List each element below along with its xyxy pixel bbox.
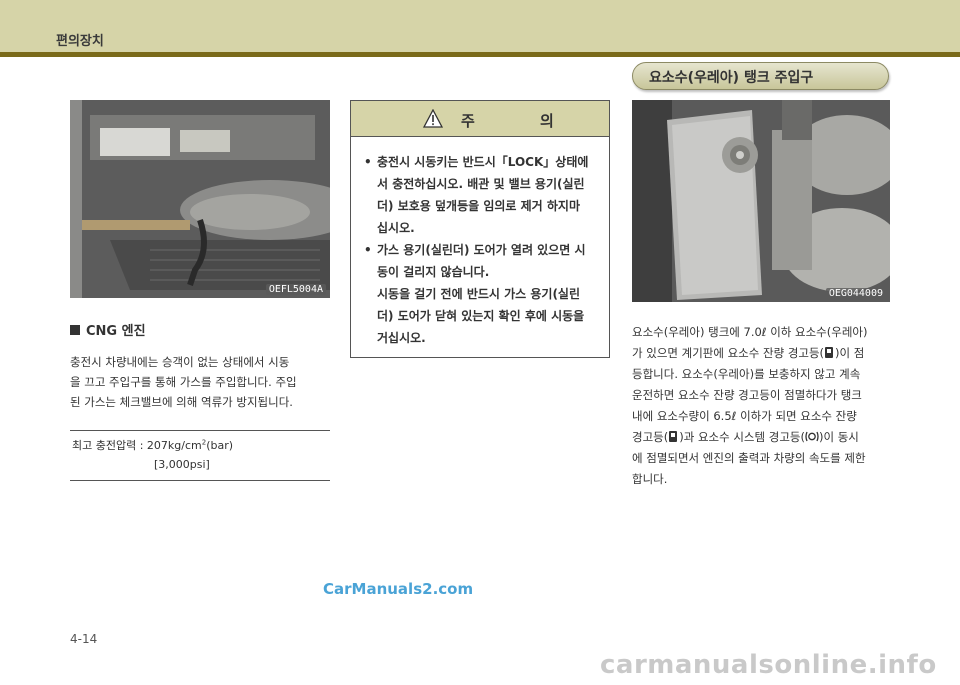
caution-title: 주 의: [461, 112, 584, 130]
paragraph-line: 가 있으면 계기판에 요소수 잔량 경고등( )이 점: [632, 343, 890, 364]
paragraph-line: 을 끄고 주입구를 통해 가스를 주입합니다. 주입: [70, 375, 297, 389]
paragraph-line: 요소수(우레아) 탱크에 7.0ℓ 이하 요소수(우레아): [632, 325, 868, 339]
paragraph-segment: )과 요소수 시스템 경고등(: [679, 430, 805, 444]
cng-paragraph: 충전시 차량내에는 승객이 없는 상태에서 시동 을 끄고 주입구를 통해 가스…: [70, 352, 330, 412]
max-pressure-label: 최고 충전압력 : 207kg/cm: [72, 439, 202, 452]
urea-system-warning-icon: [805, 431, 819, 442]
max-pressure-line: 최고 충전압력 : 207kg/cm2(bar): [72, 437, 233, 453]
header-band: [0, 0, 960, 52]
caution-item: 더) 도어가 닫혀 있는지 확인 후에 시동을: [377, 309, 585, 323]
cng-engine-illustration: [70, 100, 330, 298]
caution-item: 십시오.: [377, 221, 415, 235]
urea-tank-photo: OEG044009: [632, 100, 890, 302]
urea-tank-illustration: [632, 100, 890, 302]
paragraph-segment: 경고등(: [632, 430, 669, 444]
max-pressure-unit: (bar): [206, 439, 234, 452]
warning-triangle-icon: [423, 109, 443, 128]
section-heading-text: CNG 엔진: [86, 324, 146, 339]
caution-item: 동이 걸리지 않습니다.: [377, 265, 490, 279]
caution-header: 주 의: [351, 101, 609, 137]
paragraph-line: 등합니다. 요소수(우레아)를 보충하지 않고 계속: [632, 367, 861, 381]
urea-level-warning-icon: [825, 347, 834, 358]
urea-section-title: 요소수(우레아) 탱크 주입구: [649, 70, 814, 86]
photo-code: OEFL5004A: [265, 284, 326, 295]
section-heading: CNG 엔진: [70, 320, 146, 339]
urea-level-warning-icon: [669, 431, 678, 442]
urea-section-pill: 요소수(우레아) 탱크 주입구: [632, 62, 889, 90]
caution-item: 서 충전하십시오. 배관 및 밸브 용기(실린: [377, 177, 585, 191]
square-bullet-icon: [70, 325, 80, 335]
paragraph-line: 운전하면 요소수 잔량 경고등이 점멸하다가 탱크: [632, 388, 862, 402]
caution-box: 주 의 충전시 시동키는 반드시「LOCK」상태에 서 충전하십시오. 배관 및…: [350, 100, 610, 358]
caution-list: 충전시 시동키는 반드시「LOCK」상태에 서 충전하십시오. 배관 및 밸브 …: [363, 151, 603, 349]
paragraph-line: 합니다.: [632, 472, 668, 486]
paragraph-line: 에 점멸되면서 엔진의 출력과 차량의 속도를 제한: [632, 451, 866, 465]
cng-engine-photo: OEFL5004A: [70, 100, 330, 298]
photo-code: OEG044009: [825, 288, 886, 299]
page-number: 4-14: [70, 632, 98, 646]
paragraph-segment: 가 있으면 계기판에 요소수 잔량 경고등(: [632, 346, 825, 360]
watermark-link[interactable]: CarManuals2.com: [323, 580, 473, 598]
max-pressure-psi: [3,000psi]: [154, 458, 210, 471]
caution-item: 거십시오.: [377, 331, 426, 345]
paragraph-line: 된 가스는 체크밸브에 의해 역류가 방지됩니다.: [70, 395, 293, 409]
chapter-title: 편의장치: [56, 34, 104, 49]
header-divider: [0, 52, 960, 57]
max-pressure-box: 최고 충전압력 : 207kg/cm2(bar) [3,000psi]: [70, 430, 330, 481]
caution-item: 충전시 시동키는 반드시「LOCK」상태에: [363, 151, 603, 173]
watermark-footer: carmanualsonline.info: [600, 650, 937, 680]
paragraph-line: 내에 요소수량이 6.5ℓ 이하가 되면 요소수 잔량: [632, 409, 857, 423]
urea-paragraph: 요소수(우레아) 탱크에 7.0ℓ 이하 요소수(우레아) 가 있으면 계기판에…: [632, 322, 890, 490]
paragraph-segment: )이 동시: [818, 430, 859, 444]
caution-item: 가스 용기(실린더) 도어가 열려 있으면 시: [363, 239, 603, 261]
paragraph-segment: )이 점: [835, 346, 865, 360]
paragraph-line: 경고등( )과 요소수 시스템 경고등( )이 동시: [632, 427, 890, 448]
caution-item: 시동을 걸기 전에 반드시 가스 용기(실린: [377, 287, 581, 301]
paragraph-line: 충전시 차량내에는 승객이 없는 상태에서 시동: [70, 355, 290, 369]
caution-item: 더) 보호용 덮개등을 임의로 제거 하지마: [377, 199, 581, 213]
